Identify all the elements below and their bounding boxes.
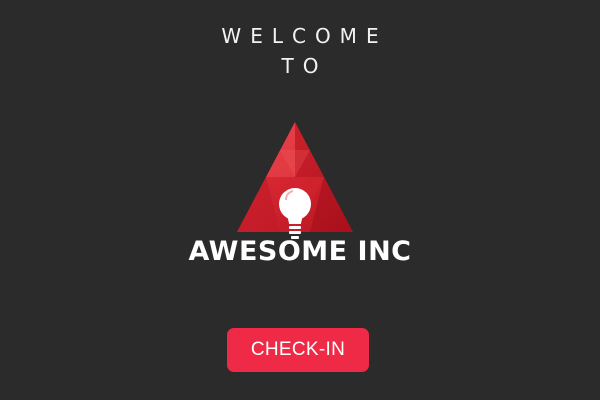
company-name: AWESOME INC bbox=[188, 236, 412, 267]
welcome-heading: WELCOME bbox=[221, 24, 388, 48]
check-in-button[interactable]: CHECK-IN bbox=[227, 328, 369, 372]
welcome-subheading: TO bbox=[281, 54, 328, 78]
welcome-screen: WELCOME TO AWESOME INC CHECK-IN bbox=[0, 0, 600, 400]
